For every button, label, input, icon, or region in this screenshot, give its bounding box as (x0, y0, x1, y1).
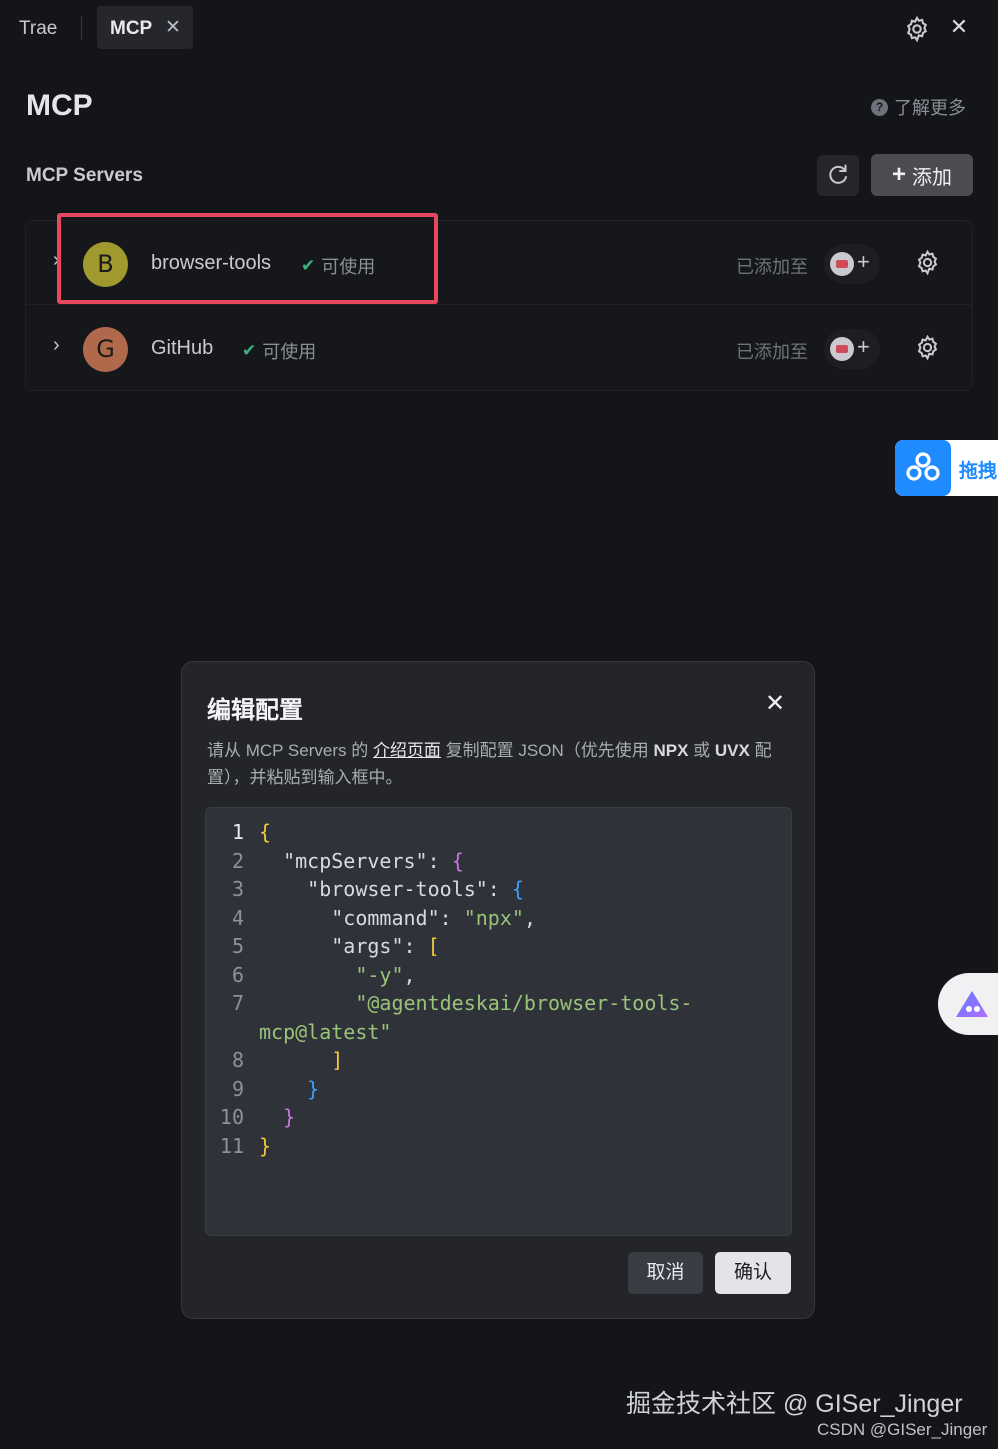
json-config-editor[interactable]: 1 {2 "mcpServers": { 3 "browser-tools": { 4… (205, 807, 792, 1236)
add-server-label: 添加 (912, 166, 952, 189)
desc-text: 请从 MCP Servers 的 (207, 741, 373, 760)
add-to-agent-button[interactable]: + (824, 244, 880, 284)
server-settings-gear-icon[interactable] (914, 249, 941, 276)
add-server-button[interactable]: + 添加 (871, 154, 973, 196)
agent-avatar-icon (830, 252, 854, 276)
line-number: 4 (231, 905, 244, 930)
code-text: "-y", (355, 962, 416, 987)
juejin-watermark: 掘金技术社区 @ GISer_Jinger (626, 1390, 963, 1418)
added-to-label: 已添加至 (736, 257, 808, 277)
tab-mcp[interactable]: MCP ✕ (97, 6, 193, 49)
confirm-button[interactable]: 确认 (715, 1252, 791, 1294)
code-text: { (259, 820, 272, 844)
code-text: } (259, 1133, 272, 1158)
tab-trae[interactable]: Trae (19, 18, 57, 40)
check-icon: ✔ (242, 341, 257, 360)
window-close-icon[interactable]: ✕ (947, 14, 971, 40)
dialog-title: 编辑配置 (207, 697, 303, 724)
added-to-label: 已添加至 (736, 342, 808, 362)
dialog-close-icon[interactable]: ✕ (765, 689, 785, 718)
desc-text: 复制配置 JSON（优先使用 (440, 741, 654, 760)
server-settings-gear-icon[interactable] (914, 334, 941, 361)
avatar: G (83, 327, 128, 372)
tab-divider (81, 16, 82, 40)
plus-icon: + (857, 334, 870, 359)
line-number: 1 (231, 820, 244, 844)
edit-config-dialog: 编辑配置 ✕ 请从 MCP Servers 的 介绍页面 复制配置 JSON（优… (181, 661, 815, 1319)
ai-assistant-icon (956, 991, 988, 1017)
line-number: 7 (231, 991, 244, 1015)
code-text: "@agentdeskai/browser-tools- (355, 991, 693, 1015)
line-number: 2 (231, 848, 244, 873)
status-label: 可使用 (262, 342, 317, 362)
dialog-description: 请从 MCP Servers 的 介绍页面 复制配置 JSON（优先使用 NPX… (207, 737, 797, 791)
desc-uvx: UVX (714, 741, 750, 760)
line-number: 8 (231, 1048, 244, 1072)
cancel-button[interactable]: 取消 (628, 1252, 703, 1294)
csdn-watermark: CSDN @GISer_Jinger (817, 1420, 988, 1439)
ai-assistant-widget[interactable] (938, 973, 998, 1035)
code-text: "args": [ (331, 934, 440, 958)
tab-close-icon[interactable]: ✕ (163, 16, 183, 39)
tab-mcp-label: MCP (110, 18, 153, 39)
tab-bar: Trae MCP ✕ ✕ (0, 0, 998, 58)
desc-text: 或 (688, 741, 715, 760)
line-number: 3 (231, 877, 244, 901)
learn-more-link[interactable]: ? 了解更多 (871, 94, 966, 120)
server-name: GitHub (151, 337, 214, 359)
learn-more-label: 了解更多 (894, 98, 966, 118)
line-number: 6 (231, 962, 244, 987)
status-badge: ✔ 可使用 (242, 338, 316, 364)
code-text: ] (331, 1048, 344, 1072)
line-number: 11 (219, 1133, 244, 1158)
server-row-github[interactable]: › G GitHub ✔ 可使用 已添加至 + (26, 306, 972, 390)
plus-icon: + (857, 249, 870, 274)
plus-icon: + (891, 161, 906, 188)
desc-npx: NPX (653, 741, 689, 760)
code-text: } (307, 1076, 320, 1101)
cloud-icon (895, 440, 951, 496)
baidu-drag-widget[interactable]: 拖拽 (895, 440, 998, 496)
help-icon: ? (871, 98, 888, 116)
code-text: "browser-tools": { (307, 877, 524, 901)
refresh-button[interactable] (817, 155, 859, 196)
line-number: 9 (231, 1076, 244, 1101)
settings-gear-icon[interactable] (903, 15, 931, 43)
code-text: "mcpServers": { (283, 848, 464, 873)
code-text: mcp@latest" (259, 1019, 392, 1044)
baidu-drag-label: 拖拽 (959, 461, 998, 482)
code-text: "command": "npx", (331, 905, 536, 930)
expand-chevron-icon[interactable]: › (53, 334, 60, 357)
refresh-icon (829, 164, 847, 184)
highlight-annotation-box (57, 213, 438, 304)
line-number: 5 (231, 934, 244, 958)
code-text: } (283, 1105, 296, 1129)
intro-page-link[interactable]: 介绍页面 (373, 741, 441, 760)
page-title: MCP (26, 89, 93, 122)
agent-avatar-icon (830, 337, 854, 361)
line-number: 10 (219, 1105, 244, 1129)
add-to-agent-button[interactable]: + (824, 329, 880, 369)
mcp-servers-heading: MCP Servers (26, 165, 143, 186)
